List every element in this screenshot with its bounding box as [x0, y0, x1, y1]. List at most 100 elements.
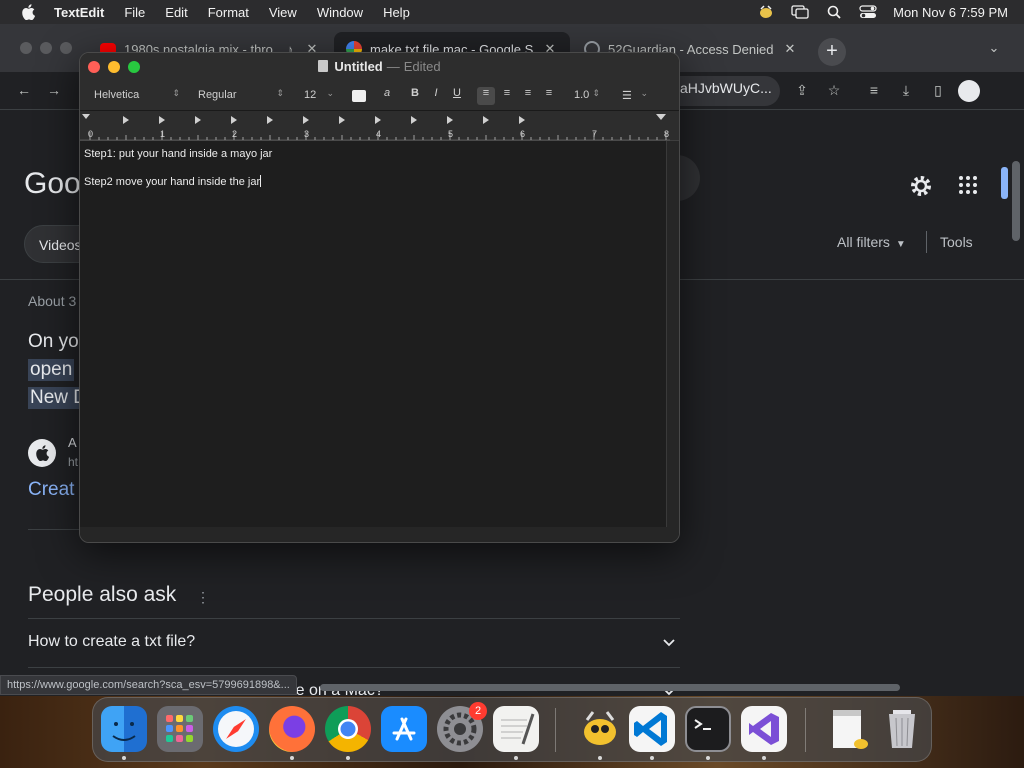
- new-tab-button[interactable]: +: [818, 38, 846, 66]
- menu-help[interactable]: Help: [383, 5, 410, 20]
- menu-view[interactable]: View: [269, 5, 297, 20]
- tools-button[interactable]: Tools: [940, 234, 973, 250]
- tab-close-icon[interactable]: ✕: [782, 41, 798, 57]
- chevron-down-icon: [663, 639, 675, 647]
- spotlight-search-icon[interactable]: [825, 5, 843, 19]
- menu-app-name[interactable]: TextEdit: [54, 5, 104, 20]
- trash-icon[interactable]: [879, 706, 925, 752]
- side-panel-icon[interactable]: ▯: [928, 82, 948, 102]
- font-size-popup[interactable]: 12 ⌄: [298, 87, 338, 105]
- cyberduck-status-icon[interactable]: [757, 5, 775, 19]
- chrome-zoom-button[interactable]: [60, 42, 72, 54]
- align-center-icon[interactable]: ≡: [498, 87, 516, 105]
- all-filters-button[interactable]: All filters ▼: [837, 234, 906, 250]
- menu-bar: TextEdit File Edit Format View Window He…: [0, 0, 1024, 24]
- question-row[interactable]: How to create a txt file?: [28, 618, 680, 666]
- safari-icon[interactable]: [213, 706, 259, 752]
- tab-stop-marker[interactable]: [483, 116, 489, 124]
- tab-stop-marker[interactable]: [195, 116, 201, 124]
- text-area[interactable]: Step1: put your hand inside a mayo jar S…: [80, 141, 666, 527]
- divider: [28, 529, 80, 530]
- preview-document-icon[interactable]: [827, 706, 873, 752]
- align-right-icon[interactable]: ≡: [519, 87, 537, 105]
- menu-format[interactable]: Format: [208, 5, 249, 20]
- bookmark-star-icon[interactable]: ☆: [824, 82, 844, 102]
- launchpad-icon[interactable]: [157, 706, 203, 752]
- app-store-icon[interactable]: [381, 706, 427, 752]
- highlight-color-icon[interactable]: a: [378, 87, 396, 105]
- chrome-close-button[interactable]: [20, 42, 32, 54]
- source-name: A: [68, 435, 77, 450]
- cyberduck-icon[interactable]: [577, 706, 623, 752]
- apple-favicon-icon: [28, 439, 56, 467]
- bullet-list-icon: ☰: [622, 90, 632, 102]
- apple-menu-icon[interactable]: [18, 3, 38, 21]
- more-options-icon[interactable]: ⋮: [196, 589, 210, 606]
- source-url: ht: [68, 455, 79, 469]
- text-color-swatch[interactable]: [352, 90, 366, 102]
- italic-icon[interactable]: I: [427, 87, 445, 105]
- vertical-scrollbar[interactable]: [666, 141, 679, 527]
- align-left-icon[interactable]: ≡: [477, 87, 495, 105]
- menu-file[interactable]: File: [124, 5, 145, 20]
- tab-stop-marker[interactable]: [519, 116, 525, 124]
- font-size-value: 12: [304, 89, 317, 101]
- ruler[interactable]: 0 1 2 3 4 5 6 7 8: [80, 111, 679, 141]
- finder-icon[interactable]: [101, 706, 147, 752]
- profile-avatar-icon[interactable]: [958, 80, 980, 102]
- result-count: About 3: [28, 293, 77, 309]
- horizontal-scrollbar[interactable]: [320, 684, 900, 691]
- download-icon[interactable]: ⤓: [896, 82, 916, 102]
- tab-stop-marker[interactable]: [375, 116, 381, 124]
- control-center-icon[interactable]: [859, 5, 877, 19]
- textedit-app-icon[interactable]: [493, 706, 539, 752]
- updown-arrows-icon: ⇕: [276, 88, 284, 98]
- chevron-down-icon: ⌄: [326, 88, 334, 98]
- menu-window[interactable]: Window: [317, 5, 363, 20]
- reading-list-icon[interactable]: ≡: [864, 82, 884, 102]
- font-style-popup[interactable]: Regular ⇕: [192, 87, 288, 105]
- firefox-icon[interactable]: [269, 706, 315, 752]
- google-logo[interactable]: Goo: [24, 167, 81, 201]
- link-status-url: https://www.google.com/search?sca_esv=57…: [0, 675, 297, 695]
- text-line-with-caret: Step2 move your hand inside the jar: [84, 175, 662, 189]
- tab-search-chevron-icon[interactable]: ⌄: [984, 40, 1004, 60]
- page-scrollbar[interactable]: [1012, 161, 1020, 241]
- tab-stop-marker[interactable]: [447, 116, 453, 124]
- chrome-icon[interactable]: [325, 706, 371, 752]
- tab-stop-marker[interactable]: [159, 116, 165, 124]
- justify-icon[interactable]: ≡: [540, 87, 558, 105]
- share-icon[interactable]: ⇪: [792, 82, 812, 102]
- menu-clock[interactable]: Mon Nov 6 7:59 PM: [893, 5, 1008, 20]
- terminal-icon[interactable]: [685, 706, 731, 752]
- font-family-popup[interactable]: Helvetica ⇕: [88, 87, 184, 105]
- text-line: Step1: put your hand inside a mayo jar: [84, 148, 273, 160]
- tab-stop-marker[interactable]: [303, 116, 309, 124]
- tab-stop-marker[interactable]: [411, 116, 417, 124]
- underline-icon[interactable]: U: [448, 87, 466, 105]
- result-link[interactable]: Creat: [28, 479, 74, 501]
- chrome-minimize-button[interactable]: [40, 42, 52, 54]
- screen-mirroring-icon[interactable]: [791, 5, 809, 19]
- menu-edit[interactable]: Edit: [165, 5, 187, 20]
- vscode-icon[interactable]: [629, 706, 675, 752]
- bold-icon[interactable]: B: [406, 87, 424, 105]
- text-caret: [260, 175, 262, 187]
- tab-stop-marker[interactable]: [123, 116, 129, 124]
- visual-studio-icon[interactable]: [741, 706, 787, 752]
- list-style-popup[interactable]: ☰ ⌄: [616, 87, 652, 105]
- document-title: Untitled: [334, 59, 383, 74]
- ruler-number: 3: [304, 129, 309, 139]
- line-spacing-popup[interactable]: 1.0 ⇕: [568, 87, 604, 105]
- settings-gear-icon[interactable]: [908, 173, 934, 199]
- tab-stop-marker[interactable]: [231, 116, 237, 124]
- notification-badge: 2: [469, 702, 487, 720]
- google-apps-grid-icon[interactable]: [958, 175, 978, 195]
- tab-stop-marker[interactable]: [267, 116, 273, 124]
- forward-arrow-icon[interactable]: →: [44, 82, 64, 102]
- back-arrow-icon[interactable]: ←: [14, 82, 34, 102]
- title-bar[interactable]: Untitled — Edited: [80, 53, 679, 81]
- question-text: How to create a txt file?: [28, 633, 196, 650]
- tab-stop-marker[interactable]: [339, 116, 345, 124]
